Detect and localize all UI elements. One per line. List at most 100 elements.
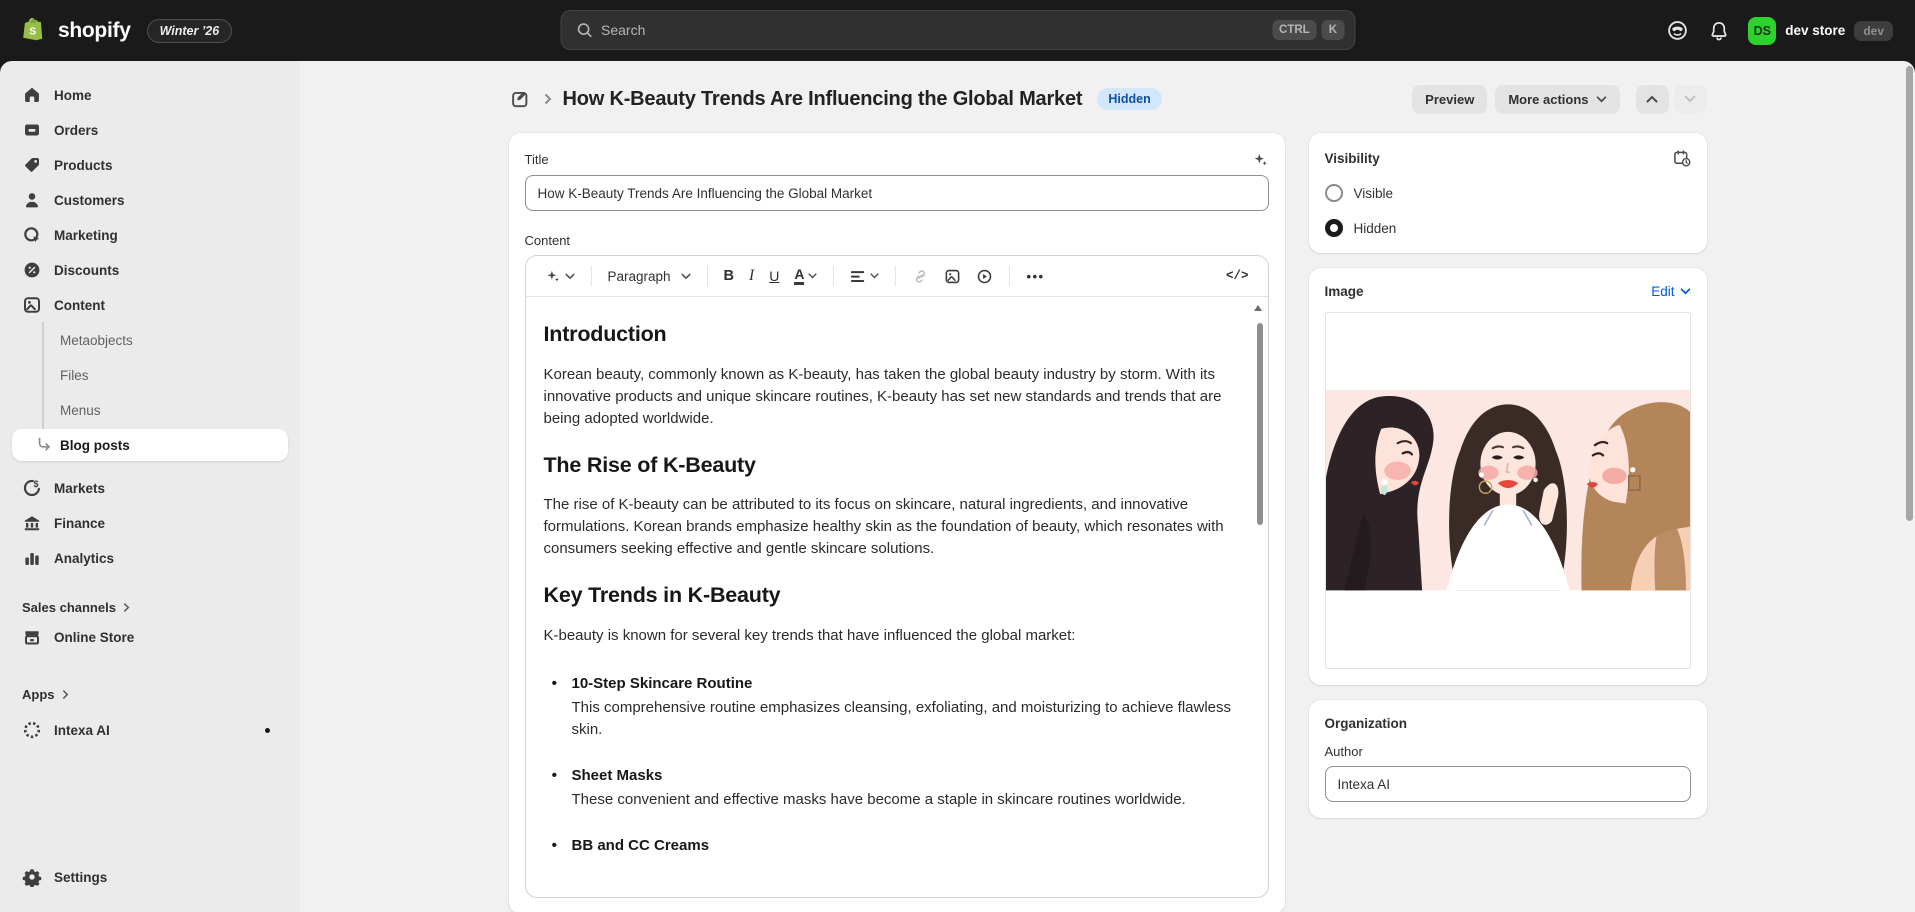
chevron-down-icon [870, 273, 879, 279]
next-post-button[interactable] [1674, 85, 1707, 113]
image-edit-button[interactable]: Edit [1651, 284, 1690, 299]
svg-text:$: $ [34, 479, 39, 489]
home-icon [22, 85, 42, 105]
ai-magic-button[interactable] [538, 263, 582, 289]
ai-sparkle-icon[interactable] [1252, 151, 1269, 168]
search-icon [575, 21, 593, 39]
sidebar-item-online-store[interactable]: Online Store [12, 621, 288, 653]
insert-image-button[interactable] [937, 263, 968, 290]
editor-scroll-up-arrow[interactable] [1254, 305, 1262, 311]
chevron-down-icon [565, 273, 575, 280]
notifications-bell-button[interactable] [1706, 18, 1732, 44]
paragraph-style-dropdown[interactable]: Paragraph [601, 264, 698, 289]
shortcut-ctrl-key: CTRL [1272, 20, 1317, 40]
more-formatting-button[interactable]: ••• [1019, 264, 1051, 289]
sidebar-item-blog-posts[interactable]: Blog posts [12, 429, 288, 461]
chevron-down-icon [681, 273, 691, 280]
sidebar-item-customers[interactable]: Customers [12, 184, 288, 216]
list-item: BB and CC Creams [548, 835, 1248, 857]
sidebar-item-markets[interactable]: $ Markets [12, 472, 288, 504]
blog-post-breadcrumb-icon[interactable] [509, 87, 533, 111]
underline-button[interactable]: U [762, 263, 786, 289]
sidebar-item-menus[interactable]: Menus [12, 394, 288, 426]
sidebar-item-marketing[interactable]: Marketing [12, 219, 288, 251]
post-form-card: Title How K-Beauty Trends Are Influencin… [509, 133, 1285, 912]
text-color-button[interactable]: A [787, 262, 824, 290]
orders-icon [22, 120, 42, 140]
italic-button[interactable]: I [742, 262, 761, 290]
editor-toolbar: Paragraph B I U A [526, 256, 1268, 297]
code-icon: </> [1226, 269, 1249, 283]
topbar: S shopify Winter ’26 Search CTRL K [0, 0, 1915, 61]
preview-button[interactable]: Preview [1412, 85, 1487, 113]
k-beauty-illustration [1326, 390, 1690, 590]
post-pagination [1636, 85, 1707, 113]
sidekick-button[interactable] [1664, 18, 1690, 44]
page-title: How K-Beauty Trends Are Influencing the … [563, 88, 1083, 111]
insert-video-button[interactable] [969, 263, 1000, 290]
list-item: 10-Step Skincare Routine This comprehens… [548, 673, 1248, 741]
person-icon [22, 190, 42, 210]
doc-heading: The Rise of K-Beauty [544, 450, 1248, 482]
editor-content-area[interactable]: Introduction Korean beauty, commonly kno… [526, 297, 1268, 897]
svg-text:S: S [29, 26, 36, 38]
visibility-title: Visibility [1325, 151, 1380, 166]
sidebar-item-intexa-ai[interactable]: Intexa AI [12, 714, 288, 746]
insert-link-button[interactable] [905, 263, 936, 290]
target-cursor-icon [22, 225, 42, 245]
topbar-right: DS dev store dev [1664, 17, 1893, 45]
chevron-down-icon [1680, 288, 1691, 295]
page-scrollbar-thumb[interactable] [1906, 66, 1913, 521]
doc-paragraph: Korean beauty, commonly known as K-beaut… [544, 364, 1248, 430]
notification-dot [265, 728, 270, 733]
sidebar-item-finance[interactable]: Finance [12, 507, 288, 539]
discount-icon [22, 260, 42, 280]
previous-post-button[interactable] [1636, 85, 1669, 113]
organization-card: Organization Author Intexa AI [1309, 700, 1707, 818]
admin-frame: Home Orders Products Customers Marketing… [0, 61, 1915, 912]
settings-column: Visibility Visible Hi [1309, 133, 1707, 818]
winter-edition-badge[interactable]: Winter ’26 [147, 19, 233, 43]
text-align-button[interactable] [843, 264, 886, 289]
title-input[interactable]: How K-Beauty Trends Are Influencing the … [525, 175, 1269, 211]
sidebar-item-products[interactable]: Products [12, 149, 288, 181]
organization-title: Organization [1325, 716, 1691, 731]
more-actions-button[interactable]: More actions [1495, 85, 1619, 113]
visibility-option-visible[interactable]: Visible [1325, 184, 1691, 202]
storefront-icon [22, 627, 42, 647]
shopify-wordmark: shopify [58, 19, 131, 43]
blog-post-document: Introduction Korean beauty, commonly kno… [544, 319, 1248, 857]
show-html-button[interactable]: </> [1219, 264, 1256, 288]
visibility-option-hidden[interactable]: Hidden [1325, 219, 1691, 237]
sidebar-item-settings[interactable]: Settings [12, 861, 288, 893]
sales-channels-header[interactable]: Sales channels [12, 593, 288, 621]
apps-header[interactable]: Apps [12, 680, 288, 708]
radio-selected-icon [1325, 219, 1343, 237]
tag-icon [22, 155, 42, 175]
image-icon [944, 268, 961, 285]
schedule-calendar-icon[interactable] [1673, 149, 1691, 167]
global-search-input[interactable]: Search CTRL K [560, 10, 1355, 50]
sidebar-item-content[interactable]: Content [12, 289, 288, 321]
chevron-right-icon [123, 602, 130, 613]
visibility-card: Visibility Visible Hi [1309, 133, 1707, 253]
editor-scrollbar-thumb[interactable] [1257, 323, 1263, 525]
shopify-logo-icon[interactable]: S [22, 17, 48, 45]
featured-image-thumbnail[interactable] [1325, 312, 1691, 669]
list-item: Sheet Masks These convenient and effecti… [548, 765, 1248, 811]
sidebar-item-home[interactable]: Home [12, 79, 288, 111]
sidebar-item-orders[interactable]: Orders [12, 114, 288, 146]
sidebar-item-analytics[interactable]: Analytics [12, 542, 288, 574]
return-arrow-icon [36, 437, 52, 456]
hidden-status-badge: Hidden [1097, 88, 1161, 110]
sidebar-item-discounts[interactable]: Discounts [12, 254, 288, 286]
sidebar-navigation: Home Orders Products Customers Marketing… [0, 61, 300, 912]
author-label: Author [1325, 744, 1691, 759]
bold-button[interactable]: B [717, 263, 741, 289]
sidebar-item-files[interactable]: Files [12, 359, 288, 391]
author-input[interactable]: Intexa AI [1325, 766, 1691, 802]
doc-paragraph: The rise of K-beauty can be attributed t… [544, 494, 1248, 560]
sidebar-item-metaobjects[interactable]: Metaobjects [12, 324, 288, 356]
store-menu[interactable]: DS dev store dev [1748, 17, 1893, 45]
shopify-admin: S shopify Winter ’26 Search CTRL K [0, 0, 1915, 912]
